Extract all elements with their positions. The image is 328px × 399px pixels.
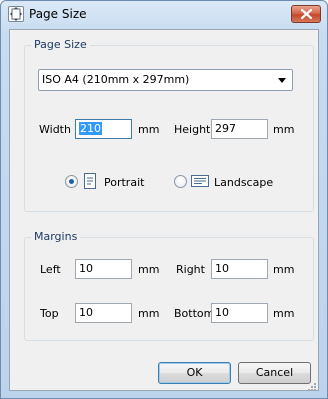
left-margin-value: 10 xyxy=(79,262,93,275)
top-margin-value: 10 xyxy=(79,306,93,319)
page-setup-icon xyxy=(8,6,24,22)
bottom-margin-field[interactable]: 10 xyxy=(211,303,268,323)
landscape-radio[interactable] xyxy=(174,175,187,188)
right-margin-field[interactable]: 10 xyxy=(211,259,268,279)
resize-grip-icon[interactable] xyxy=(305,382,317,394)
portrait-label[interactable]: Portrait xyxy=(104,176,144,189)
page-size-dialog: Page Size Page Size ISO A4 (210mm x 297m… xyxy=(0,0,328,399)
width-field[interactable]: 210 xyxy=(75,119,132,139)
top-margin-label: Top xyxy=(40,307,59,320)
height-label: Height xyxy=(174,123,211,136)
width-value: 210 xyxy=(79,122,102,135)
portrait-radio[interactable] xyxy=(65,175,78,188)
cancel-button[interactable]: Cancel xyxy=(238,362,311,384)
height-unit: mm xyxy=(273,123,295,136)
radio-selected-dot xyxy=(69,179,74,184)
page-size-preset-value: ISO A4 (210mm x 297mm) xyxy=(42,73,190,86)
margins-group xyxy=(24,237,314,341)
left-margin-label: Left xyxy=(40,263,61,276)
close-icon xyxy=(301,9,312,19)
page-size-preset-select[interactable]: ISO A4 (210mm x 297mm) xyxy=(38,69,293,91)
left-margin-field[interactable]: 10 xyxy=(75,259,132,279)
right-margin-unit: mm xyxy=(273,263,295,276)
width-label: Width xyxy=(39,123,71,136)
window-title: Page Size xyxy=(29,7,87,21)
top-margin-field[interactable]: 10 xyxy=(75,303,132,323)
margins-group-label: Margins xyxy=(31,230,81,243)
landscape-label[interactable]: Landscape xyxy=(214,176,273,189)
ok-button[interactable]: OK xyxy=(158,362,231,384)
bottom-margin-value: 10 xyxy=(215,306,229,319)
close-button[interactable] xyxy=(291,5,321,23)
bottom-margin-label: Bottom xyxy=(174,307,215,320)
left-margin-unit: mm xyxy=(138,263,160,276)
top-margin-unit: mm xyxy=(138,307,160,320)
height-field[interactable]: 297 xyxy=(211,119,268,139)
right-margin-value: 10 xyxy=(215,262,229,275)
right-margin-label: Right xyxy=(176,263,205,276)
title-bar[interactable]: Page Size xyxy=(1,1,327,29)
height-value: 297 xyxy=(215,122,236,135)
landscape-page-icon xyxy=(191,175,209,187)
chevron-down-icon xyxy=(278,78,286,83)
page-size-group-label: Page Size xyxy=(31,38,90,51)
width-unit: mm xyxy=(138,123,160,136)
portrait-page-icon xyxy=(84,173,96,189)
bottom-margin-unit: mm xyxy=(273,307,295,320)
